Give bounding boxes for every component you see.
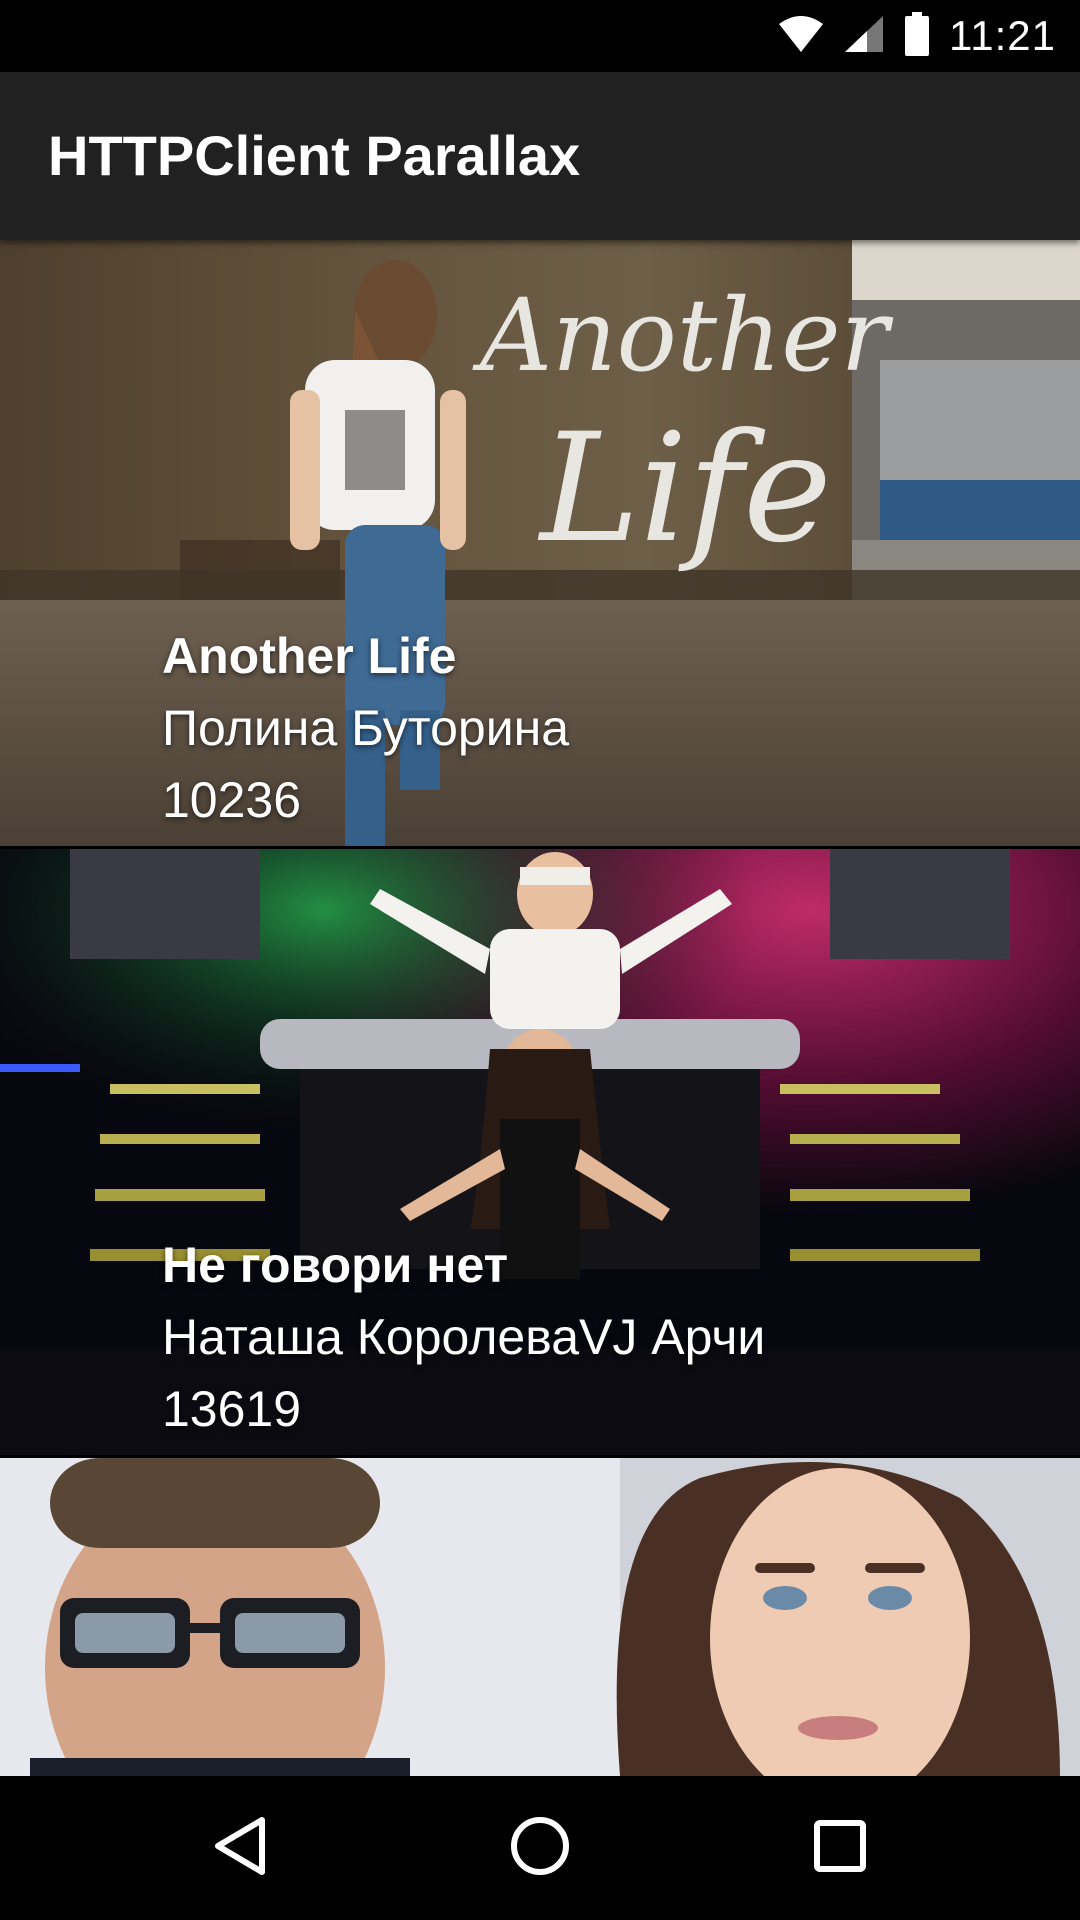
track-views: 10236 [162,772,302,828]
track-views: 13619 [162,1381,302,1437]
status-bar: 11:21 [0,0,1080,72]
home-icon [508,1814,572,1883]
track-title: Another Life [162,628,457,684]
list-item[interactable]: Не говори нет Наташа КоролеваVJ Арчи 136… [0,849,1080,1455]
list-item[interactable]: Another Life Another Life Полина Буторин… [0,240,1080,846]
card-image [0,1458,1080,1776]
video-list[interactable]: Another Life Another Life Полина Буторин… [0,240,1080,1776]
status-time: 11:21 [949,12,1056,59]
recents-icon [812,1818,868,1879]
track-artist: Наташа КоролеваVJ Арчи [162,1309,766,1365]
navigation-bar [0,1776,1080,1920]
battery-icon [903,11,931,61]
app-bar: HTTPClient Parallax [0,72,1080,240]
list-item[interactable] [0,1458,1080,1776]
card-text: Another Life Полина Буторина 10236 [162,620,569,836]
wifi-icon [777,14,825,59]
screen: 11:21 HTTPClient Parallax Another Life A… [0,0,1080,1920]
svg-text:Life: Life [537,402,832,576]
home-button[interactable] [460,1776,620,1920]
back-icon [210,1814,270,1883]
status-icons: 11:21 [777,0,1056,72]
app-title: HTTPClient Parallax [48,124,581,187]
track-artist: Полина Буторина [162,700,570,756]
recents-button[interactable] [760,1776,920,1920]
back-button[interactable] [160,1776,320,1920]
track-title: Не говори нет [162,1237,509,1293]
svg-text:Another: Another [472,277,894,394]
signal-icon [843,14,885,59]
card-text: Не говори нет Наташа КоролеваVJ Арчи 136… [162,1229,765,1445]
